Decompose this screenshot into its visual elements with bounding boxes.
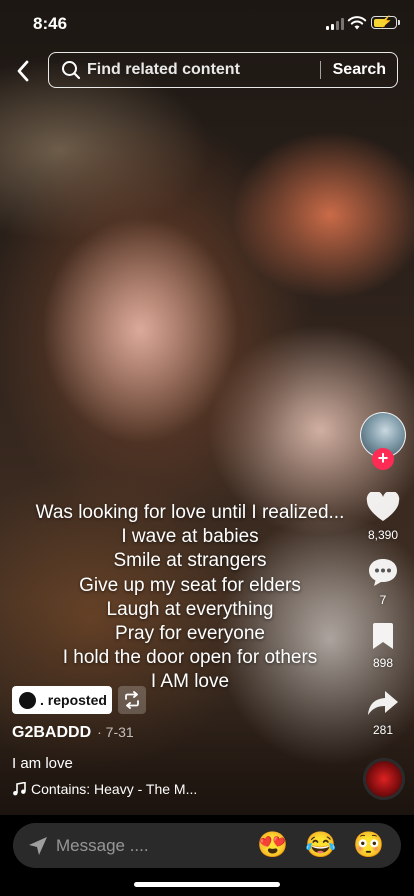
bookmark-icon: [373, 623, 393, 649]
repost-chip[interactable]: . reposted: [12, 686, 112, 714]
wifi-icon: [347, 16, 367, 30]
heart-icon: [366, 490, 400, 521]
caption-line: Smile at strangers: [113, 550, 267, 572]
message-area: Message .... 😍 😂 😳: [0, 815, 414, 896]
caption-line: I hold the door open for others: [62, 647, 318, 669]
back-button[interactable]: [10, 56, 36, 86]
follow-plus-button[interactable]: +: [372, 448, 394, 470]
caption-line: Pray for everyone: [115, 623, 265, 645]
emoji-heart-eyes-button[interactable]: 😍: [257, 831, 289, 860]
comment-bubble-icon: [369, 559, 397, 586]
search-bar[interactable]: Find related content Search: [48, 52, 398, 88]
send-plane-icon: [29, 836, 47, 855]
share-count: 281: [372, 723, 394, 737]
caption-line: Laugh at everything: [106, 598, 274, 620]
author-username[interactable]: G2BADDD: [12, 724, 91, 742]
music-disc-icon[interactable]: [363, 758, 405, 800]
like-button[interactable]: 8,390: [355, 490, 411, 542]
post-description[interactable]: I am love: [12, 755, 73, 772]
search-button[interactable]: Search: [321, 61, 397, 79]
status-bar: 8:46 ⚡: [0, 0, 414, 48]
repost-label: . reposted: [40, 692, 107, 708]
comment-button[interactable]: 7: [355, 557, 411, 607]
reposter-avatar: [19, 691, 36, 709]
search-input[interactable]: Find related content: [87, 61, 320, 79]
emoji-flushed-button[interactable]: 😳: [353, 831, 385, 860]
caption-line: Was looking for love until I realized...: [35, 502, 345, 523]
home-indicator: [134, 882, 280, 887]
message-input[interactable]: Message ....: [56, 836, 257, 856]
chevron-left-icon: [17, 60, 29, 82]
message-bar[interactable]: Message .... 😍 😂 😳: [13, 823, 401, 868]
comment-count: 7: [379, 593, 387, 607]
status-time: 8:46: [33, 14, 68, 33]
save-count: 898: [372, 656, 394, 670]
sound-row[interactable]: Contains: Heavy - The M...: [12, 781, 197, 797]
save-button[interactable]: 898: [355, 622, 411, 670]
post-date: · 7-31: [97, 724, 134, 740]
author-row: G2BADDD · 7-31: [12, 724, 134, 742]
share-arrow-icon: [368, 691, 398, 715]
caption-line: I wave at babies: [121, 526, 259, 548]
search-icon: [61, 60, 81, 80]
emoji-laughing-button[interactable]: 😂: [305, 831, 337, 860]
repost-button[interactable]: [118, 686, 146, 714]
caption-line: Give up my seat for elders: [79, 574, 301, 596]
repost-arrows-icon: [125, 691, 139, 709]
charging-bolt-icon: ⚡: [379, 16, 393, 28]
cellular-signal-icon: [326, 18, 344, 30]
share-button[interactable]: 281: [355, 689, 411, 737]
music-note-icon: [13, 782, 26, 796]
like-count: 8,390: [367, 528, 399, 542]
video-caption-overlay: Was looking for love until I realized...…: [20, 501, 360, 695]
sound-label: Contains: Heavy - The M...: [31, 781, 198, 797]
